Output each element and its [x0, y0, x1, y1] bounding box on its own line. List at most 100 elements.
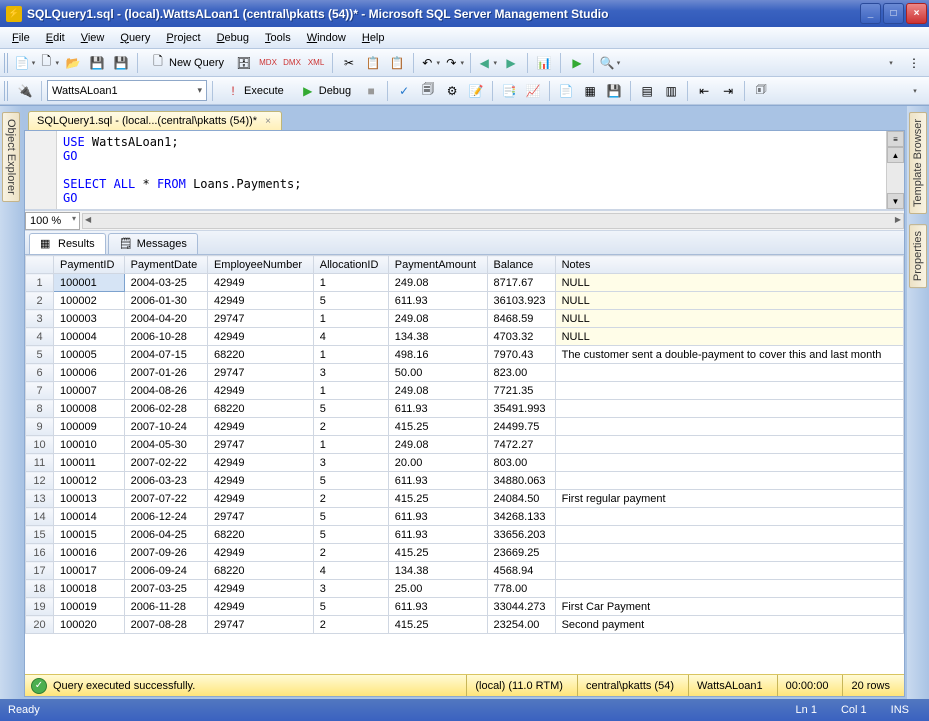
object-explorer-tab[interactable]: Object Explorer: [2, 112, 20, 202]
grid-cell[interactable]: 415.25: [388, 490, 487, 508]
grid-cell[interactable]: 34268.133: [487, 508, 555, 526]
grid-cell[interactable]: 2007-10-24: [124, 418, 207, 436]
grid-cell[interactable]: [555, 472, 903, 490]
grid-cell[interactable]: 100004: [54, 328, 125, 346]
messages-tab[interactable]: 🗒Messages: [108, 233, 198, 254]
grid-cell[interactable]: 29747: [207, 616, 313, 634]
grid-cell[interactable]: 29747: [207, 310, 313, 328]
grid-cell[interactable]: 24499.75: [487, 418, 555, 436]
grid-cell[interactable]: 2007-02-22: [124, 454, 207, 472]
row-number[interactable]: 2: [26, 292, 54, 310]
grid-cell[interactable]: 3: [313, 580, 388, 598]
table-row[interactable]: 201000202007-08-28297472415.2523254.00Se…: [26, 616, 904, 634]
row-number[interactable]: 19: [26, 598, 54, 616]
grid-cell[interactable]: The customer sent a double-payment to co…: [555, 346, 903, 364]
grid-cell[interactable]: 249.08: [388, 436, 487, 454]
grid-cell[interactable]: 42949: [207, 490, 313, 508]
grid-cell[interactable]: 4703.32: [487, 328, 555, 346]
grid-cell[interactable]: 68220: [207, 400, 313, 418]
row-number[interactable]: 18: [26, 580, 54, 598]
grid-cell[interactable]: 2006-01-30: [124, 292, 207, 310]
grid-cell[interactable]: 25.00: [388, 580, 487, 598]
table-row[interactable]: 61000062007-01-2629747350.00823.00: [26, 364, 904, 382]
copy-button[interactable]: 📋: [362, 52, 384, 74]
table-row[interactable]: 111000112007-02-2242949320.00803.00: [26, 454, 904, 472]
column-header[interactable]: Notes: [555, 256, 903, 274]
grid-cell[interactable]: [555, 418, 903, 436]
table-row[interactable]: 171000172006-09-24682204134.384568.94: [26, 562, 904, 580]
grid-cell[interactable]: 23254.00: [487, 616, 555, 634]
grid-cell[interactable]: 2007-07-22: [124, 490, 207, 508]
row-number[interactable]: 16: [26, 544, 54, 562]
grid-cell[interactable]: 498.16: [388, 346, 487, 364]
cut-button[interactable]: ✂: [338, 52, 360, 74]
find-button[interactable]: 🔍▾: [599, 52, 621, 74]
sql-editor[interactable]: USE WattsALoan1; GO SELECT ALL * FROM Lo…: [25, 131, 904, 211]
document-tab[interactable]: SQLQuery1.sql - (local...(central\pkatts…: [28, 111, 282, 130]
grid-cell[interactable]: 2007-09-26: [124, 544, 207, 562]
grid-cell[interactable]: 8468.59: [487, 310, 555, 328]
results-to-grid-button[interactable]: ▦: [579, 80, 601, 102]
paste-button[interactable]: 📋: [386, 52, 408, 74]
uncomment-button[interactable]: ▥: [660, 80, 682, 102]
grid-cell[interactable]: 100006: [54, 364, 125, 382]
grid-cell[interactable]: 100003: [54, 310, 125, 328]
toolbar-grip-2[interactable]: [4, 81, 10, 101]
grid-cell[interactable]: [555, 436, 903, 454]
grid-cell[interactable]: 2: [313, 616, 388, 634]
column-header[interactable]: EmployeeNumber: [207, 256, 313, 274]
table-row[interactable]: 71000072004-08-26429491249.087721.35: [26, 382, 904, 400]
grid-cell[interactable]: 2: [313, 544, 388, 562]
table-row[interactable]: 131000132007-07-22429492415.2524084.50Fi…: [26, 490, 904, 508]
grid-cell[interactable]: 778.00: [487, 580, 555, 598]
undo-button[interactable]: ↶▾: [419, 52, 441, 74]
open-button[interactable]: 📂: [62, 52, 84, 74]
grid-cell[interactable]: 134.38: [388, 562, 487, 580]
grid-cell[interactable]: NULL: [555, 274, 903, 292]
grid-cell[interactable]: 415.25: [388, 544, 487, 562]
grid-cell[interactable]: NULL: [555, 328, 903, 346]
grid-cell[interactable]: 100005: [54, 346, 125, 364]
grid-cell[interactable]: 100008: [54, 400, 125, 418]
grid-cell[interactable]: [555, 382, 903, 400]
increase-indent-button[interactable]: ⇥: [717, 80, 739, 102]
editor-code[interactable]: USE WattsALoan1; GO SELECT ALL * FROM Lo…: [57, 131, 886, 209]
results-grid[interactable]: PaymentIDPaymentDateEmployeeNumberAlloca…: [25, 255, 904, 634]
grid-cell[interactable]: 1: [313, 436, 388, 454]
row-number[interactable]: 17: [26, 562, 54, 580]
grid-cell[interactable]: 611.93: [388, 526, 487, 544]
grid-cell[interactable]: 8717.67: [487, 274, 555, 292]
grid-cell[interactable]: 3: [313, 364, 388, 382]
table-row[interactable]: 141000142006-12-24297475611.9334268.133: [26, 508, 904, 526]
scroll-down-icon[interactable]: ▼: [887, 193, 904, 209]
table-row[interactable]: 81000082006-02-28682205611.9335491.993: [26, 400, 904, 418]
db-engine-query-button[interactable]: 🗄: [233, 52, 255, 74]
grid-cell[interactable]: 100011: [54, 454, 125, 472]
save-button[interactable]: 💾: [86, 52, 108, 74]
grid-cell[interactable]: 249.08: [388, 382, 487, 400]
column-header[interactable]: Balance: [487, 256, 555, 274]
menu-tools[interactable]: Tools: [257, 30, 299, 46]
grid-cell[interactable]: 68220: [207, 346, 313, 364]
grid-cell[interactable]: 50.00: [388, 364, 487, 382]
intellisense-button[interactable]: 📝: [465, 80, 487, 102]
grid-cell[interactable]: 100014: [54, 508, 125, 526]
toolbar-overflow-2[interactable]: ⋮: [903, 52, 925, 74]
scroll-split-icon[interactable]: ≡: [887, 131, 904, 147]
row-number[interactable]: 13: [26, 490, 54, 508]
table-row[interactable]: 31000032004-04-20297471249.088468.59NULL: [26, 310, 904, 328]
nav-fwd-button[interactable]: ▶: [500, 52, 522, 74]
table-row[interactable]: 121000122006-03-23429495611.9334880.063: [26, 472, 904, 490]
grid-cell[interactable]: 42949: [207, 328, 313, 346]
nav-back-button[interactable]: ◀▾: [476, 52, 498, 74]
grid-cell[interactable]: 35491.993: [487, 400, 555, 418]
grid-cell[interactable]: 4568.94: [487, 562, 555, 580]
new-item-button[interactable]: 🗋▾: [38, 52, 60, 74]
grid-cell[interactable]: 611.93: [388, 400, 487, 418]
column-header[interactable]: PaymentDate: [124, 256, 207, 274]
grid-cell[interactable]: 7970.43: [487, 346, 555, 364]
grid-cell[interactable]: [555, 562, 903, 580]
grid-cell[interactable]: First Car Payment: [555, 598, 903, 616]
grid-cell[interactable]: 4: [313, 328, 388, 346]
row-number[interactable]: 15: [26, 526, 54, 544]
